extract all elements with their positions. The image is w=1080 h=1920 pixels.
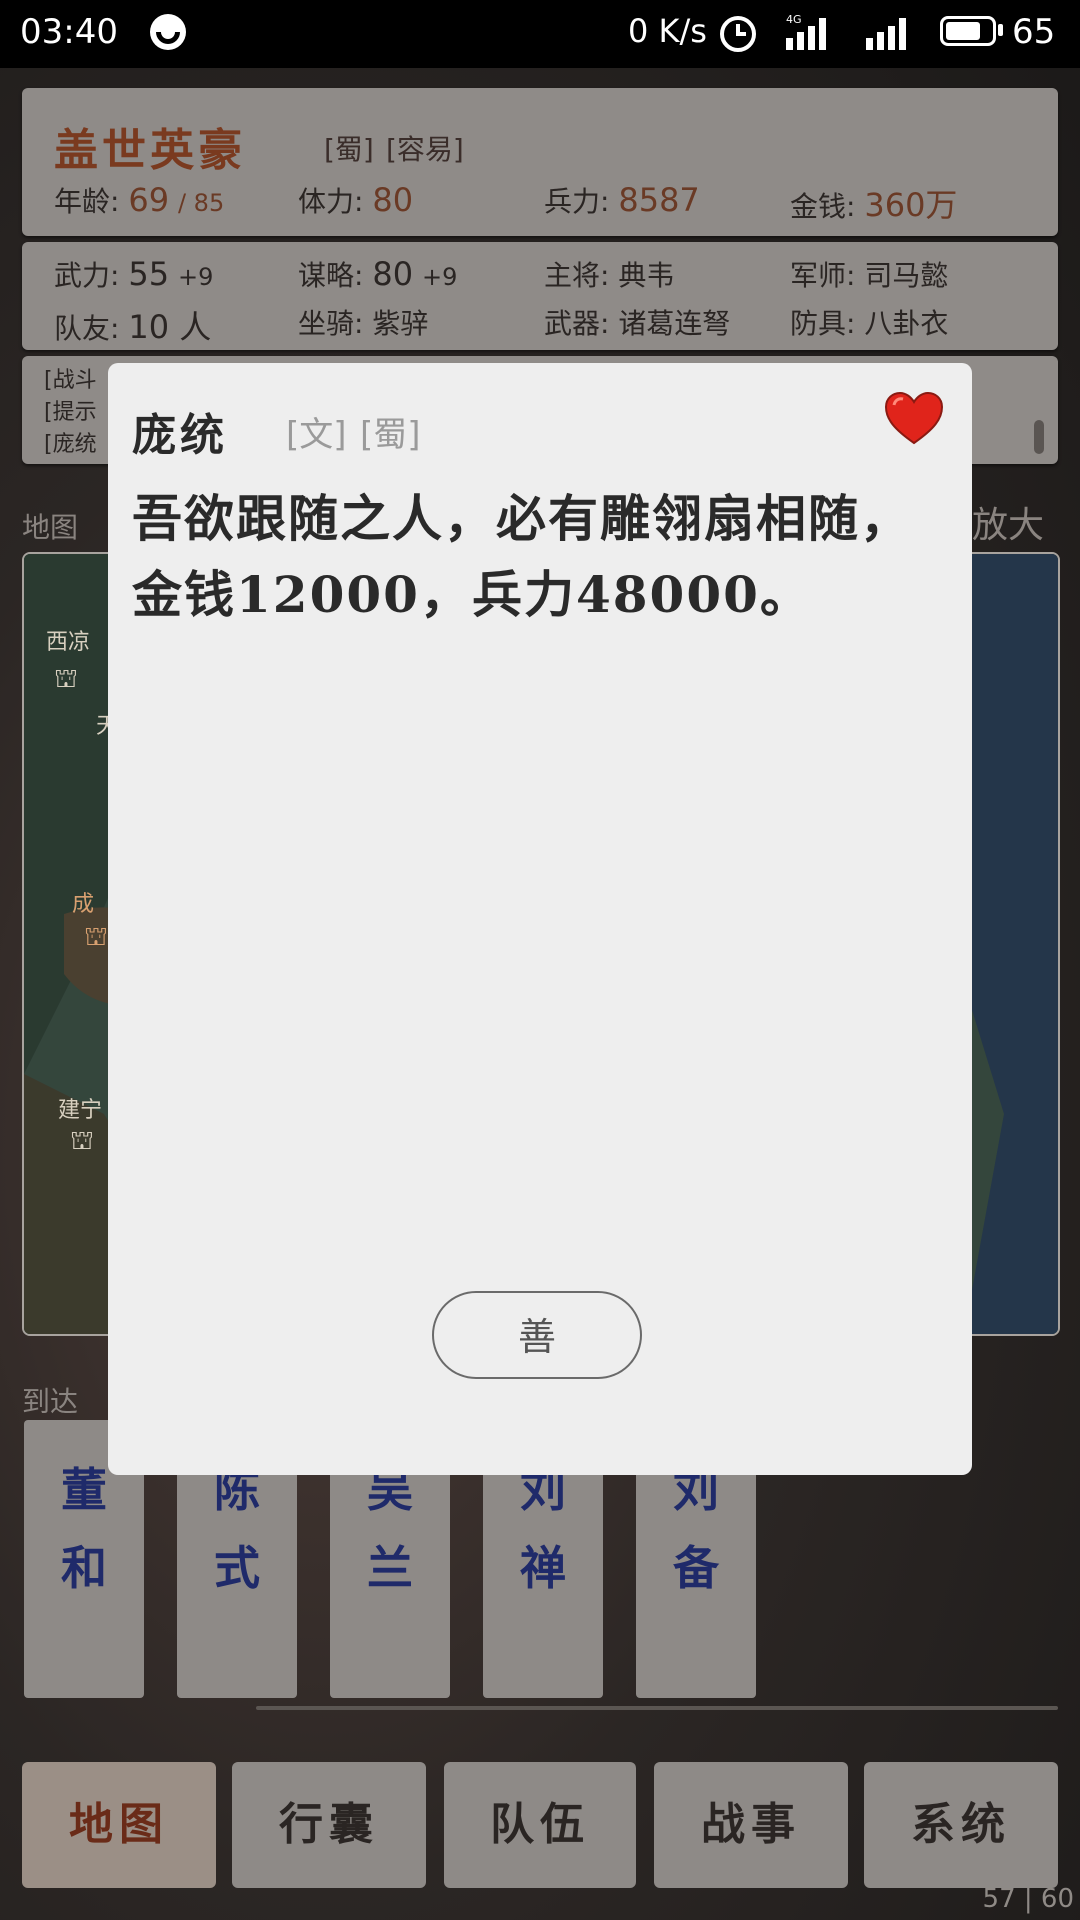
cell-signal-4g-icon: 4G [782, 12, 834, 61]
player-header-panel: 盖世英豪 [蜀] [容易] 年龄: 69 / 85 体力: 80 兵力: 858… [22, 88, 1058, 236]
force-stat: 武力: 55 +9 [54, 255, 214, 293]
attributes-panel: 武力: 55 +9 谋略: 80 +9 主将: 典韦 军师: 司马懿 队友: 1… [22, 242, 1058, 350]
map-label: 地图 [22, 511, 79, 544]
nav-team-button[interactable]: 队伍 [444, 1762, 636, 1888]
dialog-character-name: 庞统 [132, 410, 228, 461]
advisor-stat: 军师: 司马懿 [790, 259, 949, 292]
difficulty-tag: [容易] [386, 133, 464, 166]
horizontal-scrollbar[interactable] [256, 1706, 1058, 1710]
battery-level: 65 [1012, 12, 1056, 52]
alarm-icon [716, 10, 760, 63]
network-type: 4G [786, 13, 802, 26]
armor-stat: 防具: 八卦衣 [790, 307, 949, 340]
zoom-button[interactable]: 放大 [972, 496, 1044, 548]
log-line: [庞统 [44, 432, 97, 457]
weapon-stat: 武器: 诸葛连弩 [544, 307, 731, 340]
favorite-heart-icon[interactable] [884, 391, 944, 447]
dialog-class-tag: [文] [286, 415, 347, 455]
strategy-stat: 谋略: 80 +9 [298, 255, 458, 293]
money-stat: 金钱: 360万 [790, 186, 958, 224]
general-stat: 主将: 典韦 [544, 259, 675, 292]
status-bar: 03:40 0 K/s 4G 65 [0, 0, 1080, 68]
clock: 03:40 [20, 12, 118, 52]
cell-signal-icon [862, 12, 914, 61]
log-scrollbar[interactable] [1034, 420, 1044, 454]
dialog-message: 吾欲跟随之人，必有雕翎扇相随，金钱12000，兵力48000。 [132, 489, 912, 624]
city-label[interactable]: 建宁 [58, 1092, 102, 1124]
nav-battle-button[interactable]: 战事 [654, 1762, 848, 1888]
nav-map-button[interactable]: 地图 [22, 1762, 216, 1888]
city-label[interactable]: 成 [72, 886, 94, 918]
net-speed: 0 K/s [628, 12, 707, 50]
nav-bag-button[interactable]: 行囊 [232, 1762, 426, 1888]
city-label[interactable]: 西凉 [46, 624, 90, 656]
battery-icon [940, 16, 996, 46]
log-line: [提示 [44, 400, 97, 425]
page-counter: 57 | 60 [982, 1884, 1074, 1914]
faction-tag: [蜀] [324, 133, 374, 166]
troops-stat: 兵力: 8587 [544, 181, 700, 219]
mount-stat: 坐骑: 紫骍 [298, 307, 429, 340]
nav-system-button[interactable]: 系统 [864, 1762, 1058, 1888]
recruit-dialog: 庞统 [文] [蜀] 吾欲跟随之人，必有雕翎扇相随，金钱12000，兵力4800… [108, 363, 972, 1475]
app-notification-icon [146, 10, 190, 63]
teammates-stat: 队友: 10 人 [54, 308, 212, 346]
player-title: 盖世英豪 [54, 125, 246, 176]
dialog-faction-tag: [蜀] [360, 415, 421, 455]
castle-icon: ⛫ [54, 664, 78, 694]
castle-icon: ⛫ [70, 1126, 94, 1156]
castle-icon: ⛫ [84, 922, 108, 952]
age-stat: 年龄: 69 / 85 [54, 181, 225, 219]
arrived-label: 到达 [22, 1385, 79, 1418]
confirm-button[interactable]: 善 [432, 1291, 642, 1379]
stamina-stat: 体力: 80 [298, 181, 414, 219]
log-line: [战斗 [44, 368, 97, 393]
